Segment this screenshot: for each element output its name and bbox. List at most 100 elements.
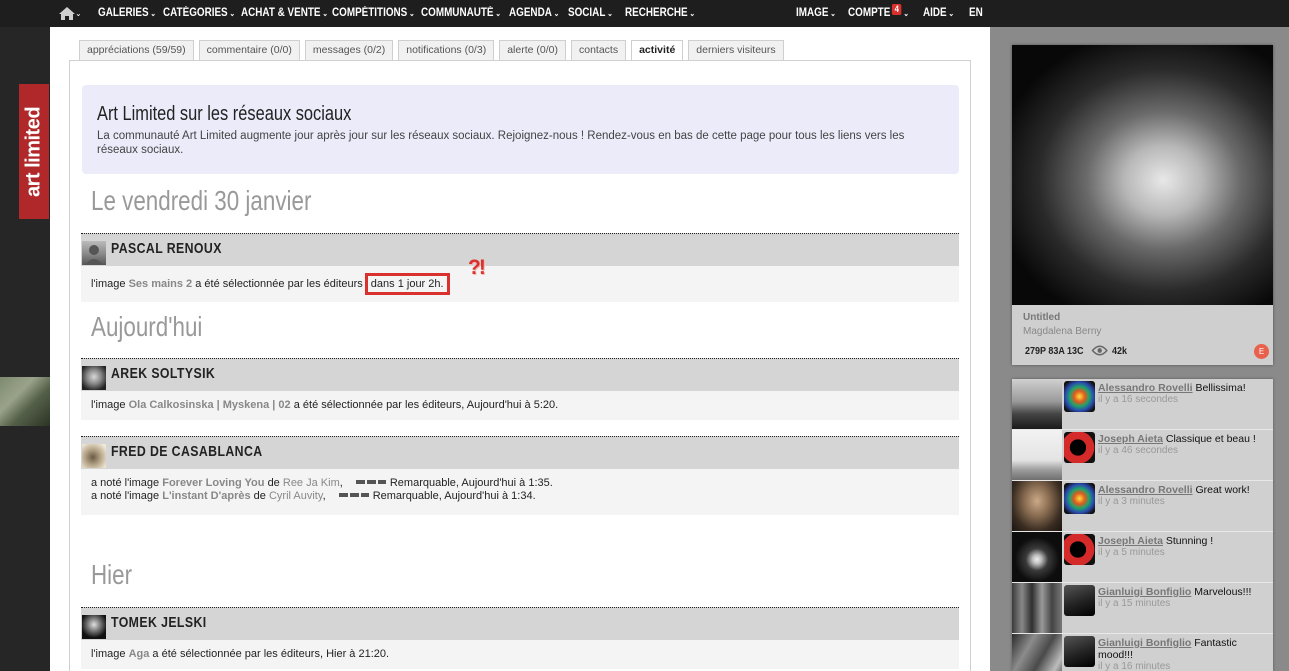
entry-header: PASCAL RENOUX — [81, 233, 959, 266]
featured-stats: 279P 83A 13C 42k — [1025, 345, 1127, 358]
nav-aide[interactable]: AIDE ⌄ — [923, 0, 954, 27]
feed-avatar[interactable] — [1064, 585, 1095, 616]
feed-user[interactable]: Joseph Aieta — [1098, 433, 1163, 445]
feed-user[interactable]: Joseph Aieta — [1098, 535, 1163, 547]
tab-derniers-visiteurs[interactable]: derniers visiteurs — [688, 40, 784, 61]
user-placeholder-icon — [85, 245, 103, 265]
feed-user[interactable]: Alessandro Rovelli — [1098, 484, 1193, 496]
announcement-text: La communauté Art Limited augmente jour … — [97, 130, 905, 156]
nav-language[interactable]: EN — [969, 0, 983, 27]
feed-avatar[interactable] — [1064, 534, 1095, 565]
rating-stars-icon — [338, 493, 369, 498]
activity-panel: Art Limited sur les réseaux sociaux La c… — [69, 60, 971, 671]
user-name[interactable]: PASCAL RENOUX — [111, 234, 222, 264]
profile-tabs: appréciations (59/59) commentaire (0/0) … — [79, 40, 789, 62]
activity-entry: PASCAL RENOUX l'image Ses mains 2 a été … — [81, 233, 959, 302]
user-avatar[interactable] — [82, 615, 106, 639]
highlighted-date: dans 1 jour 2h. — [364, 273, 450, 295]
feed-item[interactable]: Joseph Aieta Stunning ! il y a 5 minutes — [1012, 532, 1273, 583]
nav-agenda[interactable]: AGENDA ⌄ — [509, 0, 559, 27]
feed-text: Joseph Aieta Stunning ! il y a 5 minutes — [1098, 535, 1214, 558]
image-link[interactable]: Forever Loving You — [162, 477, 264, 489]
side-thumbnail-image[interactable] — [0, 377, 50, 426]
feed-user[interactable]: Alessandro Rovelli — [1098, 382, 1193, 394]
entry-header: FRED DE CASABLANCA — [81, 436, 959, 469]
featured-title[interactable]: Untitled — [1023, 312, 1060, 323]
nav-communaute[interactable]: COMMUNAUTÉ ⌄ — [421, 0, 501, 27]
feed-user[interactable]: Gianluigi Bonfiglio — [1098, 637, 1191, 649]
nav-compte[interactable]: COMPTE 4 ⌄ — [848, 0, 909, 27]
rating-stars-icon — [355, 480, 386, 485]
user-name[interactable]: TOMEK JELSKI — [111, 608, 207, 638]
user-name[interactable]: AREK SOLTYSIK — [111, 359, 215, 389]
author-link[interactable]: Cyril Auvity — [269, 490, 323, 502]
image-link[interactable]: Aga — [129, 648, 150, 660]
tab-alerte[interactable]: alerte (0/0) — [499, 40, 566, 61]
entry-body: l'image Ola Calkosinska | Myskena | 02 a… — [81, 391, 959, 420]
nav-image[interactable]: IMAGE ⌄ — [796, 0, 836, 27]
feed-text: Alessandro Rovelli Great work! il y a 3 m… — [1098, 484, 1250, 507]
top-navigation-bar: ⌄ GALERIES ⌄ CATÉGORIES ⌄ ACHAT & VENTE ⌄ C… — [0, 0, 1289, 27]
feed-text: Joseph Aieta Classique et beau ! il y a 4… — [1098, 433, 1256, 456]
entry-header: AREK SOLTYSIK — [81, 358, 959, 391]
feed-thumbnail[interactable] — [1012, 379, 1062, 429]
editor-badge: E — [1254, 344, 1269, 359]
user-name[interactable]: FRED DE CASABLANCA — [111, 437, 263, 467]
entry-body: a noté l'image Forever Loving You de Ree… — [81, 469, 959, 515]
annotation-mark: ?! — [468, 256, 486, 279]
tab-notifications[interactable]: notifications (0/3) — [398, 40, 495, 61]
nav-competitions[interactable]: COMPÉTITIONS ⌄ — [332, 0, 415, 27]
notification-badge: 4 — [892, 4, 902, 15]
feed-text: Gianluigi Bonfiglio Marvelous!!! il y a 1… — [1098, 586, 1252, 609]
feed-thumbnail[interactable] — [1012, 430, 1062, 480]
image-link[interactable]: L'instant D'après — [162, 490, 250, 502]
image-link[interactable]: Ola Calkosinska | Myskena | 02 — [129, 399, 291, 411]
featured-author[interactable]: Magdalena Berny — [1023, 326, 1101, 337]
feed-thumbnail[interactable] — [1012, 634, 1062, 671]
feed-avatar[interactable] — [1064, 636, 1095, 667]
entry-body: l'image Ses mains 2 a été sélectionnée p… — [81, 266, 959, 302]
tab-contacts[interactable]: contacts — [570, 40, 627, 61]
tab-commentaire[interactable]: commentaire (0/0) — [198, 40, 300, 61]
feed-item[interactable]: Gianluigi Bonfiglio Marvelous!!! il y a 1… — [1012, 583, 1273, 634]
day-heading: Le vendredi 30 janvier — [91, 185, 312, 216]
nav-achat-vente[interactable]: ACHAT & VENTE ⌄ — [241, 0, 328, 27]
feed-user[interactable]: Gianluigi Bonfiglio — [1098, 586, 1191, 598]
feed-avatar[interactable] — [1064, 432, 1095, 463]
user-avatar[interactable] — [82, 241, 106, 265]
feed-thumbnail[interactable] — [1012, 583, 1062, 633]
announcement-title: Art Limited sur les réseaux sociaux — [97, 103, 352, 125]
feed-avatar[interactable] — [1064, 483, 1095, 514]
entry-header: TOMEK JELSKI — [81, 607, 959, 640]
art-limited-logo[interactable]: art limited — [19, 84, 49, 219]
feed-item[interactable]: Alessandro Rovelli Great work! il y a 3 m… — [1012, 481, 1273, 532]
eye-icon — [1091, 345, 1108, 356]
tab-messages[interactable]: messages (0/2) — [304, 40, 394, 61]
day-heading: Aujourd'hui — [91, 311, 203, 342]
nav-galeries[interactable]: GALERIES ⌄ — [98, 0, 156, 27]
feed-item[interactable]: Alessandro Rovelli Bellissima! il y a 16 … — [1012, 379, 1273, 430]
featured-photo[interactable] — [1012, 45, 1273, 305]
feed-avatar[interactable] — [1064, 381, 1095, 412]
nav-categories[interactable]: CATÉGORIES ⌄ — [163, 0, 235, 27]
feed-thumbnail[interactable] — [1012, 532, 1062, 582]
nav-recherche[interactable]: RECHERCHE ⌄ — [625, 0, 695, 27]
feed-thumbnail[interactable] — [1012, 481, 1062, 531]
entry-body: l'image Aga a été sélectionnée par les é… — [81, 640, 959, 669]
image-link[interactable]: Ses mains 2 — [129, 278, 193, 290]
social-announcement: Art Limited sur les réseaux sociaux La c… — [82, 85, 959, 174]
feed-item[interactable]: Joseph Aieta Classique et beau ! il y a 4… — [1012, 430, 1273, 481]
home-icon[interactable] — [59, 7, 75, 20]
author-link[interactable]: Ree Ja Kim — [283, 477, 340, 489]
feed-item[interactable]: Gianluigi Bonfiglio Fantastic mood!!! il … — [1012, 634, 1273, 671]
tab-activite[interactable]: activité — [631, 40, 684, 62]
user-avatar[interactable] — [82, 444, 106, 468]
tab-appreciations[interactable]: appréciations (59/59) — [79, 40, 194, 61]
comments-feed: Alessandro Rovelli Bellissima! il y a 16 … — [1012, 379, 1273, 671]
featured-image-card[interactable]: Untitled Magdalena Berny 279P 83A 13C 42… — [1012, 45, 1273, 365]
main-content: appréciations (59/59) commentaire (0/0) … — [50, 27, 990, 671]
home-caret-icon: ⌄ — [75, 9, 82, 18]
nav-social[interactable]: SOCIAL ⌄ — [568, 0, 613, 27]
feed-text: Alessandro Rovelli Bellissima! il y a 16 … — [1098, 382, 1246, 405]
user-avatar[interactable] — [82, 366, 106, 390]
